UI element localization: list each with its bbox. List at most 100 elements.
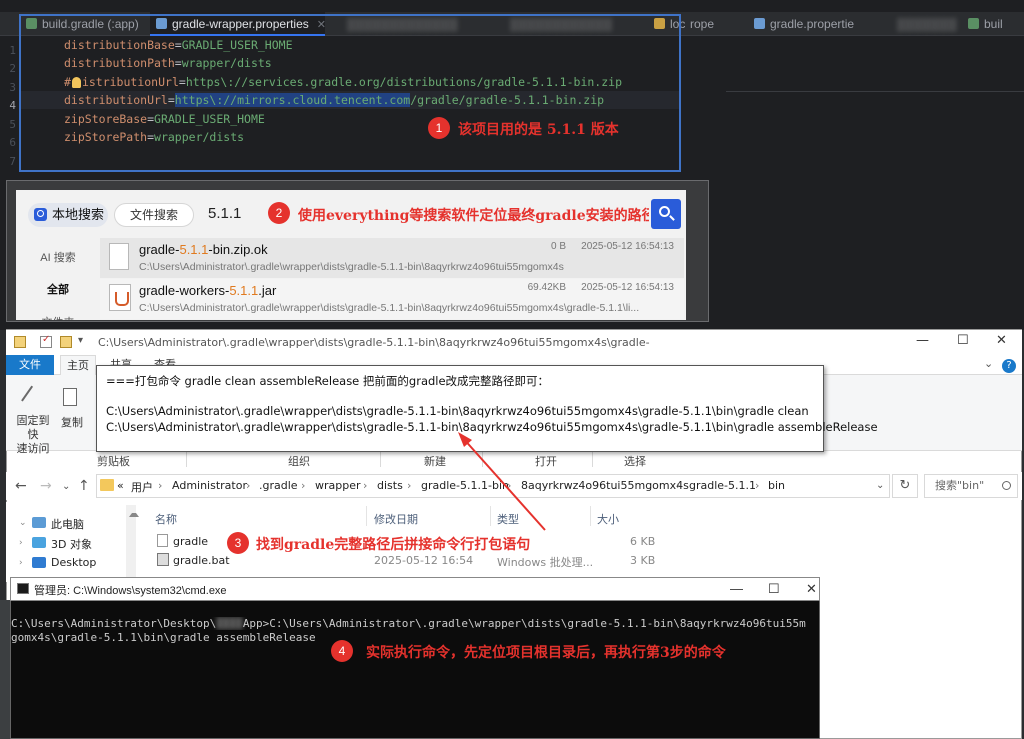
tab-build-gradle[interactable]: buil — [962, 12, 1003, 36]
sidebar-item-folder[interactable]: 文件夹 — [16, 314, 100, 320]
sidebar-item-all[interactable]: 全部 — [16, 281, 100, 297]
annotation-text-4: 实际执行命令，先定位项目根目录后，再执行第3步的命令 — [366, 645, 726, 661]
nav-item-3d-objects[interactable]: 3D 对象 — [51, 536, 92, 552]
tab-file[interactable]: 文件 — [6, 355, 54, 375]
ribbon-group-organize: 组织 — [288, 455, 310, 468]
file-name[interactable]: gradle — [173, 535, 208, 548]
breadcrumb-wrapper[interactable]: wrapper — [315, 479, 361, 492]
pin-to-quick-access-button[interactable]: 固定到快 速访问 — [12, 414, 54, 456]
column-header-name[interactable]: 名称 — [155, 511, 177, 527]
file-icon — [754, 18, 765, 29]
breadcrumb-overflow[interactable]: « — [117, 479, 124, 492]
minimize-button[interactable]: — — [916, 333, 929, 348]
help-icon[interactable]: ? — [1002, 359, 1016, 373]
column-header-size[interactable]: 大小 — [597, 511, 619, 527]
folder-icon — [14, 336, 26, 348]
breadcrumb-dists[interactable]: dists — [377, 479, 403, 492]
background-strip — [0, 600, 10, 739]
column-header-type[interactable]: 类型 — [497, 511, 519, 527]
search-icon — [659, 206, 670, 217]
breadcrumb-separator: › — [507, 479, 512, 492]
breadcrumb-separator: › — [363, 479, 368, 492]
close-button[interactable]: ✕ — [806, 581, 817, 597]
cmd-output-line[interactable]: gomx4s\gradle-5.1.1\bin\gradle assembleR… — [11, 631, 316, 644]
breadcrumb-separator: › — [755, 479, 760, 492]
properties-check-icon[interactable] — [40, 334, 52, 348]
chevron-down-icon[interactable]: ⌄ — [984, 357, 993, 370]
result-name: gradle-workers-5.1.1.jar — [139, 283, 277, 298]
chevron-right-icon[interactable]: › — [19, 558, 23, 568]
tab-gradle-properties[interactable]: gradle.propertie — [748, 12, 854, 36]
tab-blurred-3[interactable]: ▒▒▒▒▒▒▒ — [875, 12, 957, 36]
line-number: 7 — [9, 155, 16, 168]
step-badge-3: 3 — [227, 532, 249, 554]
maximize-button[interactable]: ☐ — [957, 333, 969, 348]
annotation-frame-editor — [19, 14, 681, 172]
nav-item-desktop[interactable]: Desktop — [51, 556, 96, 569]
maximize-button[interactable]: ☐ — [768, 581, 780, 597]
breadcrumb-separator: › — [676, 479, 681, 492]
search-button[interactable] — [651, 199, 681, 229]
3d-objects-icon — [32, 537, 46, 548]
folder-search-input[interactable]: 搜索"bin" — [924, 474, 1018, 498]
search-app-icon — [34, 208, 47, 221]
search-result-row[interactable]: gradle-workers-5.1.1.jar 69.42KB 2025-05… — [100, 279, 684, 319]
ide-secondary-pane — [682, 36, 1024, 330]
breadcrumb-separator: › — [301, 479, 306, 492]
customize-toolbar-icon[interactable]: ▾ — [78, 335, 83, 346]
close-button[interactable]: ✕ — [996, 333, 1007, 348]
search-icon — [1002, 481, 1011, 490]
column-header-date[interactable]: 修改日期 — [374, 511, 418, 527]
result-name: gradle-5.1.1-bin.zip.ok — [139, 242, 268, 257]
breadcrumb-users[interactable]: 用户 — [131, 479, 153, 495]
copy-button[interactable]: 复制 — [60, 414, 84, 430]
minimize-button[interactable]: — — [730, 581, 743, 596]
breadcrumb-bin[interactable]: bin — [768, 479, 785, 492]
breadcrumb-gradle[interactable]: .gradle — [259, 479, 298, 492]
search-result-row[interactable]: gradle-5.1.1-bin.zip.ok 0 B 2025-05-12 1… — [100, 238, 684, 278]
scrollbar[interactable] — [126, 505, 139, 581]
cmd-title: 管理员: C:\Windows\system32\cmd.exe — [34, 585, 227, 597]
breadcrumb-gradle-bin[interactable]: gradle-5.1.1-bin — [421, 479, 509, 492]
up-arrow-icon[interactable]: ↑ — [78, 478, 90, 494]
line-number: 4 — [9, 99, 16, 112]
line-number: 3 — [9, 81, 16, 94]
new-folder-icon[interactable] — [60, 336, 72, 348]
forward-arrow-icon[interactable]: → — [40, 478, 52, 494]
cmd-output-line[interactable]: C:\Users\Administrator\Desktop\▒▒▒▒App>C… — [11, 617, 819, 630]
line-number: 6 — [9, 136, 16, 149]
refresh-button[interactable]: ↻ — [892, 474, 918, 498]
search-input[interactable]: 5.1.1 — [208, 205, 241, 222]
result-date: 2025-05-12 16:54:13 — [581, 282, 674, 293]
file-icon — [157, 534, 168, 547]
this-pc-icon — [32, 517, 46, 528]
tab-local-search[interactable]: 本地搜索 — [28, 203, 108, 227]
result-date: 2025-05-12 16:54:13 — [581, 241, 674, 252]
nav-item-this-pc[interactable]: 此电脑 — [51, 516, 84, 532]
divider — [366, 506, 367, 526]
address-dropdown-icon[interactable]: ⌄ — [876, 480, 884, 491]
gradle-elephant-icon — [968, 18, 979, 29]
chevron-right-icon[interactable]: › — [19, 538, 23, 548]
tab-file-search[interactable]: 文件搜索 — [114, 203, 194, 227]
file-date: 2025-05-12 16:54 — [374, 554, 474, 567]
breadcrumb-hash-folder[interactable]: 8aqyrkrwz4o96tui55mgomx4s — [521, 479, 689, 492]
line-number: 2 — [9, 62, 16, 75]
note-line-heading: ===打包命令 gradle clean assembleRelease 把前面… — [106, 374, 550, 388]
result-size: 0 B — [550, 241, 566, 252]
result-path: C:\Users\Administrator\.gradle\wrapper\d… — [139, 302, 640, 314]
sidebar-item-ai-search[interactable]: AI 搜索 — [16, 249, 100, 265]
recent-locations-chevron-icon[interactable]: ⌄ — [62, 481, 70, 492]
ribbon-group-new: 新建 — [424, 455, 446, 468]
tab-home[interactable]: 主页 — [60, 355, 96, 375]
java-jar-icon — [109, 284, 131, 311]
annotation-text-1: 该项目用的是 5.1.1 版本 — [458, 122, 619, 138]
chevron-down-icon[interactable]: ⌄ — [19, 518, 27, 528]
file-name[interactable]: gradle.bat — [173, 554, 230, 567]
breadcrumb-gradle-version[interactable]: gradle-5.1.1 — [689, 479, 756, 492]
breadcrumb-separator: › — [158, 479, 163, 492]
file-size: 3 KB — [630, 554, 656, 567]
batch-file-icon — [157, 553, 169, 566]
breadcrumb-administrator[interactable]: Administrator — [172, 479, 247, 492]
back-arrow-icon[interactable]: ← — [15, 478, 27, 494]
